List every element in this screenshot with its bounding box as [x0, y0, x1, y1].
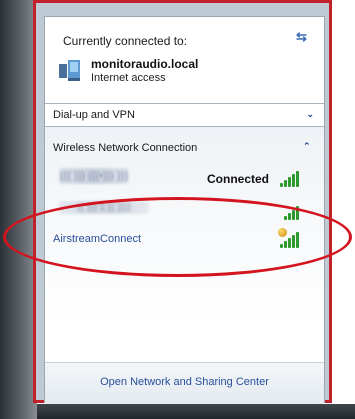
wireless-section-label: Wireless Network Connection [53, 142, 198, 154]
network-item-1-status: Connected [207, 172, 270, 186]
network-computer-icon [59, 60, 80, 81]
connected-to-label: Currently connected to: [63, 34, 188, 48]
flyout-footer: Open Network and Sharing Center [45, 362, 324, 404]
highlight-ellipse [3, 197, 352, 277]
network-item-1-name[interactable]: ((( ))) (((•))) ))) [59, 168, 129, 184]
chevron-down-icon[interactable]: ⌄ [306, 109, 314, 120]
taskbar-strip [37, 404, 355, 419]
chevron-up-icon[interactable]: ⌃ [303, 141, 311, 152]
desktop-background-left [0, 0, 37, 419]
refresh-arrows-icon[interactable]: ⇆ [296, 29, 307, 45]
current-network-name: monitoraudio.local [91, 57, 199, 71]
dialup-vpn-section[interactable]: Dial-up and VPN ⌄ [45, 103, 324, 127]
dialup-vpn-label: Dial-up and VPN [53, 109, 135, 121]
current-network-status: Internet access [91, 72, 166, 84]
signal-strength-icon [278, 169, 302, 187]
open-network-sharing-center-link[interactable]: Open Network and Sharing Center [45, 376, 324, 388]
